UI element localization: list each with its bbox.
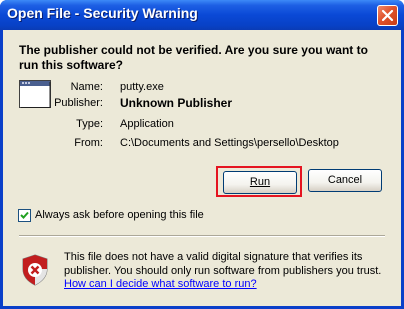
close-icon [381,9,394,22]
name-label: Name: [70,81,103,93]
security-shield-icon [22,254,48,286]
cancel-button[interactable]: Cancel [308,169,382,192]
checkmark-icon [20,211,29,219]
cancel-button-label: Cancel [327,174,363,186]
separator [19,235,385,237]
warning-question-line1: The publisher could not be verified. Are… [19,43,368,57]
type-value: Application [120,118,174,130]
close-button[interactable] [377,5,398,26]
publisher-label: Publisher: [54,97,103,109]
dialog-body: The publisher could not be verified. Are… [3,30,401,306]
always-ask-label[interactable]: Always ask before opening this file [35,209,204,221]
warning-question-line2: run this software? [19,58,124,72]
info-line1: This file does not have a valid digital … [64,251,363,263]
run-button-highlight: Run [216,166,302,197]
info-line2: publisher. You should only run software … [64,265,382,277]
from-label: From: [74,137,103,149]
run-button-label: Run [249,176,271,188]
from-value: C:\Documents and Settings\persello\Deskt… [120,137,339,149]
type-label: Type: [76,118,103,130]
window-title: Open File - Security Warning [7,5,198,21]
always-ask-checkbox[interactable] [18,209,31,222]
security-warning-dialog: Open File - Security Warning The publish… [0,0,404,309]
publisher-value: Unknown Publisher [120,96,233,110]
name-value: putty.exe [120,81,164,93]
title-bar[interactable]: Open File - Security Warning [0,0,404,30]
run-button[interactable]: Run [223,171,297,194]
help-link[interactable]: How can I decide what software to run? [64,278,257,290]
